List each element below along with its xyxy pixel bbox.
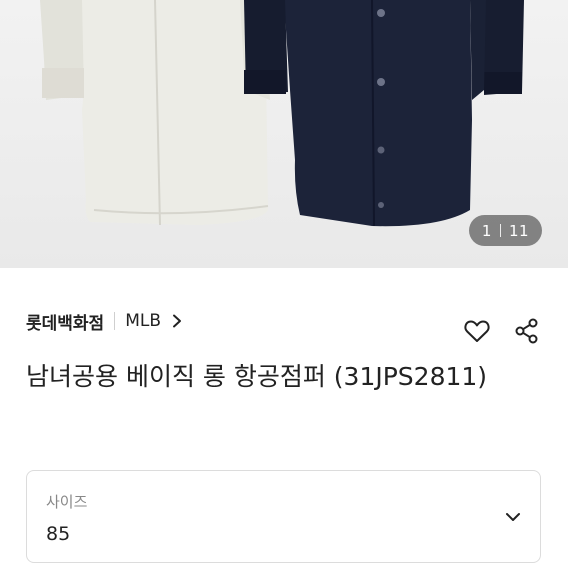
brand-divider	[114, 312, 116, 330]
image-counter: 1 11	[469, 215, 542, 246]
navy-coat-image	[244, 0, 524, 227]
product-image-gallery[interactable]: 1 11	[0, 0, 568, 268]
image-counter-divider	[499, 224, 501, 237]
store-name[interactable]: 롯데백화점	[26, 309, 104, 334]
size-selector[interactable]: 사이즈 85	[26, 470, 541, 563]
heart-outline-icon[interactable]	[462, 316, 492, 346]
brand-link[interactable]: MLB	[125, 311, 161, 331]
white-coat-image	[40, 0, 270, 226]
size-value: 85	[46, 523, 71, 545]
size-label: 사이즈	[46, 493, 88, 511]
product-title: 남녀공용 베이직 롱 항공점퍼 (31JPS2811)	[26, 362, 488, 391]
brand-breadcrumb: 롯데백화점 MLB	[26, 308, 183, 334]
image-counter-total: 11	[508, 221, 530, 240]
chevron-right-icon[interactable]	[171, 314, 183, 328]
share-icon[interactable]	[512, 316, 542, 346]
image-counter-current: 1	[481, 221, 492, 240]
chevron-down-icon	[506, 513, 520, 521]
